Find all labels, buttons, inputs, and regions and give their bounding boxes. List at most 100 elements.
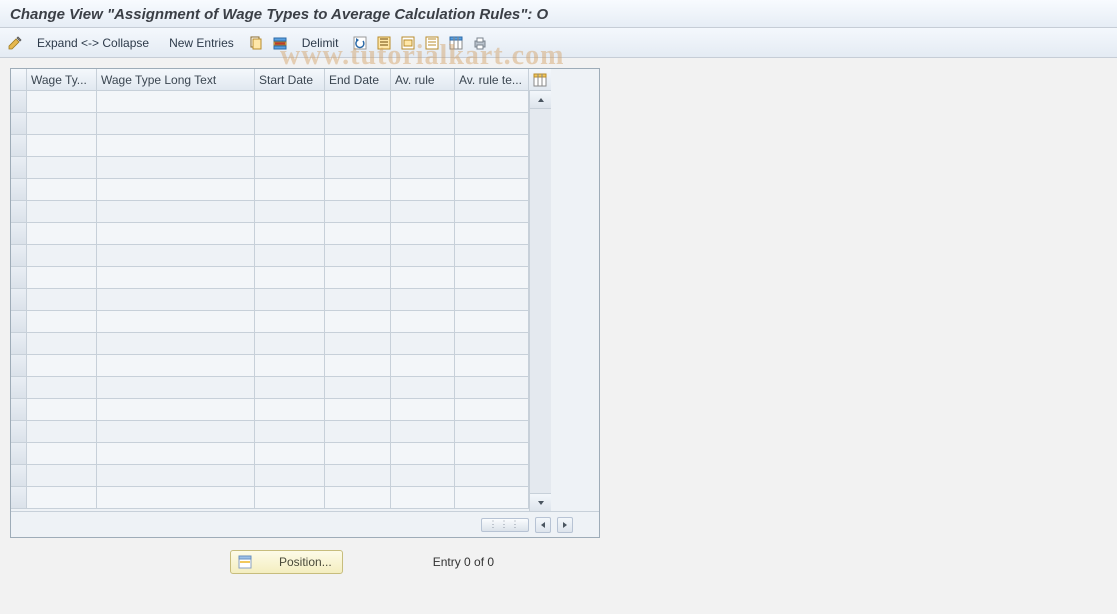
cell-wage-type[interactable] [27, 179, 97, 201]
cell-av-rule[interactable] [391, 91, 455, 113]
cell-end-date[interactable] [325, 465, 391, 487]
cell-av-rule[interactable] [391, 421, 455, 443]
row-selector[interactable] [11, 201, 27, 223]
cell-av-rule[interactable] [391, 333, 455, 355]
cell-start-date[interactable] [255, 421, 325, 443]
cell-wage-type[interactable] [27, 487, 97, 509]
cell-end-date[interactable] [325, 267, 391, 289]
cell-wage-type-long[interactable] [97, 421, 255, 443]
cell-end-date[interactable] [325, 311, 391, 333]
cell-end-date[interactable] [325, 487, 391, 509]
cell-av-rule-text[interactable] [455, 91, 529, 113]
cell-av-rule[interactable] [391, 399, 455, 421]
cell-av-rule[interactable] [391, 443, 455, 465]
row-selector[interactable] [11, 113, 27, 135]
row-selector-header[interactable] [11, 69, 27, 91]
cell-av-rule-text[interactable] [455, 267, 529, 289]
row-selector[interactable] [11, 245, 27, 267]
cell-wage-type-long[interactable] [97, 113, 255, 135]
cell-wage-type[interactable] [27, 311, 97, 333]
copy-as-button[interactable] [247, 32, 265, 54]
cell-av-rule[interactable] [391, 157, 455, 179]
cell-wage-type-long[interactable] [97, 157, 255, 179]
cell-wage-type[interactable] [27, 289, 97, 311]
cell-wage-type-long[interactable] [97, 179, 255, 201]
cell-start-date[interactable] [255, 245, 325, 267]
cell-end-date[interactable] [325, 355, 391, 377]
configure-button[interactable] [447, 32, 465, 54]
cell-av-rule[interactable] [391, 311, 455, 333]
cell-start-date[interactable] [255, 91, 325, 113]
col-header-av-rule[interactable]: Av. rule [391, 69, 455, 91]
row-selector[interactable] [11, 377, 27, 399]
cell-start-date[interactable] [255, 487, 325, 509]
cell-wage-type[interactable] [27, 135, 97, 157]
cell-wage-type-long[interactable] [97, 135, 255, 157]
cell-start-date[interactable] [255, 333, 325, 355]
cell-end-date[interactable] [325, 113, 391, 135]
cell-wage-type[interactable] [27, 465, 97, 487]
cell-end-date[interactable] [325, 223, 391, 245]
col-header-wage-type-long[interactable]: Wage Type Long Text [97, 69, 255, 91]
cell-av-rule-text[interactable] [455, 355, 529, 377]
row-selector[interactable] [11, 487, 27, 509]
cell-wage-type-long[interactable] [97, 311, 255, 333]
cell-wage-type[interactable] [27, 399, 97, 421]
row-selector[interactable] [11, 421, 27, 443]
cell-wage-type[interactable] [27, 355, 97, 377]
hscroll-thumb[interactable]: ⋮⋮⋮ [481, 518, 529, 532]
cell-wage-type[interactable] [27, 443, 97, 465]
cell-av-rule[interactable] [391, 135, 455, 157]
cell-wage-type[interactable] [27, 201, 97, 223]
cell-wage-type[interactable] [27, 113, 97, 135]
cell-wage-type-long[interactable] [97, 465, 255, 487]
cell-wage-type[interactable] [27, 333, 97, 355]
col-header-end-date[interactable]: End Date [325, 69, 391, 91]
row-selector[interactable] [11, 399, 27, 421]
cell-av-rule-text[interactable] [455, 223, 529, 245]
cell-wage-type[interactable] [27, 267, 97, 289]
cell-wage-type[interactable] [27, 223, 97, 245]
cell-end-date[interactable] [325, 333, 391, 355]
row-selector[interactable] [11, 311, 27, 333]
cell-av-rule[interactable] [391, 355, 455, 377]
cell-end-date[interactable] [325, 399, 391, 421]
toggle-display-change-button[interactable] [6, 32, 24, 54]
cell-end-date[interactable] [325, 245, 391, 267]
cell-av-rule-text[interactable] [455, 421, 529, 443]
cell-av-rule-text[interactable] [455, 113, 529, 135]
cell-wage-type-long[interactable] [97, 355, 255, 377]
cell-av-rule[interactable] [391, 223, 455, 245]
cell-av-rule-text[interactable] [455, 333, 529, 355]
cell-av-rule[interactable] [391, 245, 455, 267]
cell-av-rule-text[interactable] [455, 179, 529, 201]
cell-wage-type-long[interactable] [97, 289, 255, 311]
cell-av-rule-text[interactable] [455, 487, 529, 509]
row-selector[interactable] [11, 135, 27, 157]
cell-av-rule-text[interactable] [455, 311, 529, 333]
undo-change-button[interactable] [351, 32, 369, 54]
delete-button[interactable] [271, 32, 289, 54]
cell-start-date[interactable] [255, 465, 325, 487]
row-selector[interactable] [11, 289, 27, 311]
cell-start-date[interactable] [255, 135, 325, 157]
cell-end-date[interactable] [325, 289, 391, 311]
cell-av-rule-text[interactable] [455, 157, 529, 179]
row-selector[interactable] [11, 355, 27, 377]
row-selector[interactable] [11, 333, 27, 355]
cell-end-date[interactable] [325, 179, 391, 201]
cell-wage-type-long[interactable] [97, 223, 255, 245]
cell-start-date[interactable] [255, 443, 325, 465]
cell-av-rule-text[interactable] [455, 399, 529, 421]
cell-av-rule[interactable] [391, 113, 455, 135]
cell-wage-type-long[interactable] [97, 91, 255, 113]
row-selector[interactable] [11, 465, 27, 487]
row-selector[interactable] [11, 91, 27, 113]
delimit-button[interactable]: Delimit [295, 32, 346, 54]
cell-av-rule[interactable] [391, 377, 455, 399]
vertical-scrollbar[interactable] [529, 91, 551, 511]
cell-end-date[interactable] [325, 91, 391, 113]
cell-wage-type-long[interactable] [97, 377, 255, 399]
col-header-wage-type[interactable]: Wage Ty... [27, 69, 97, 91]
cell-av-rule[interactable] [391, 267, 455, 289]
